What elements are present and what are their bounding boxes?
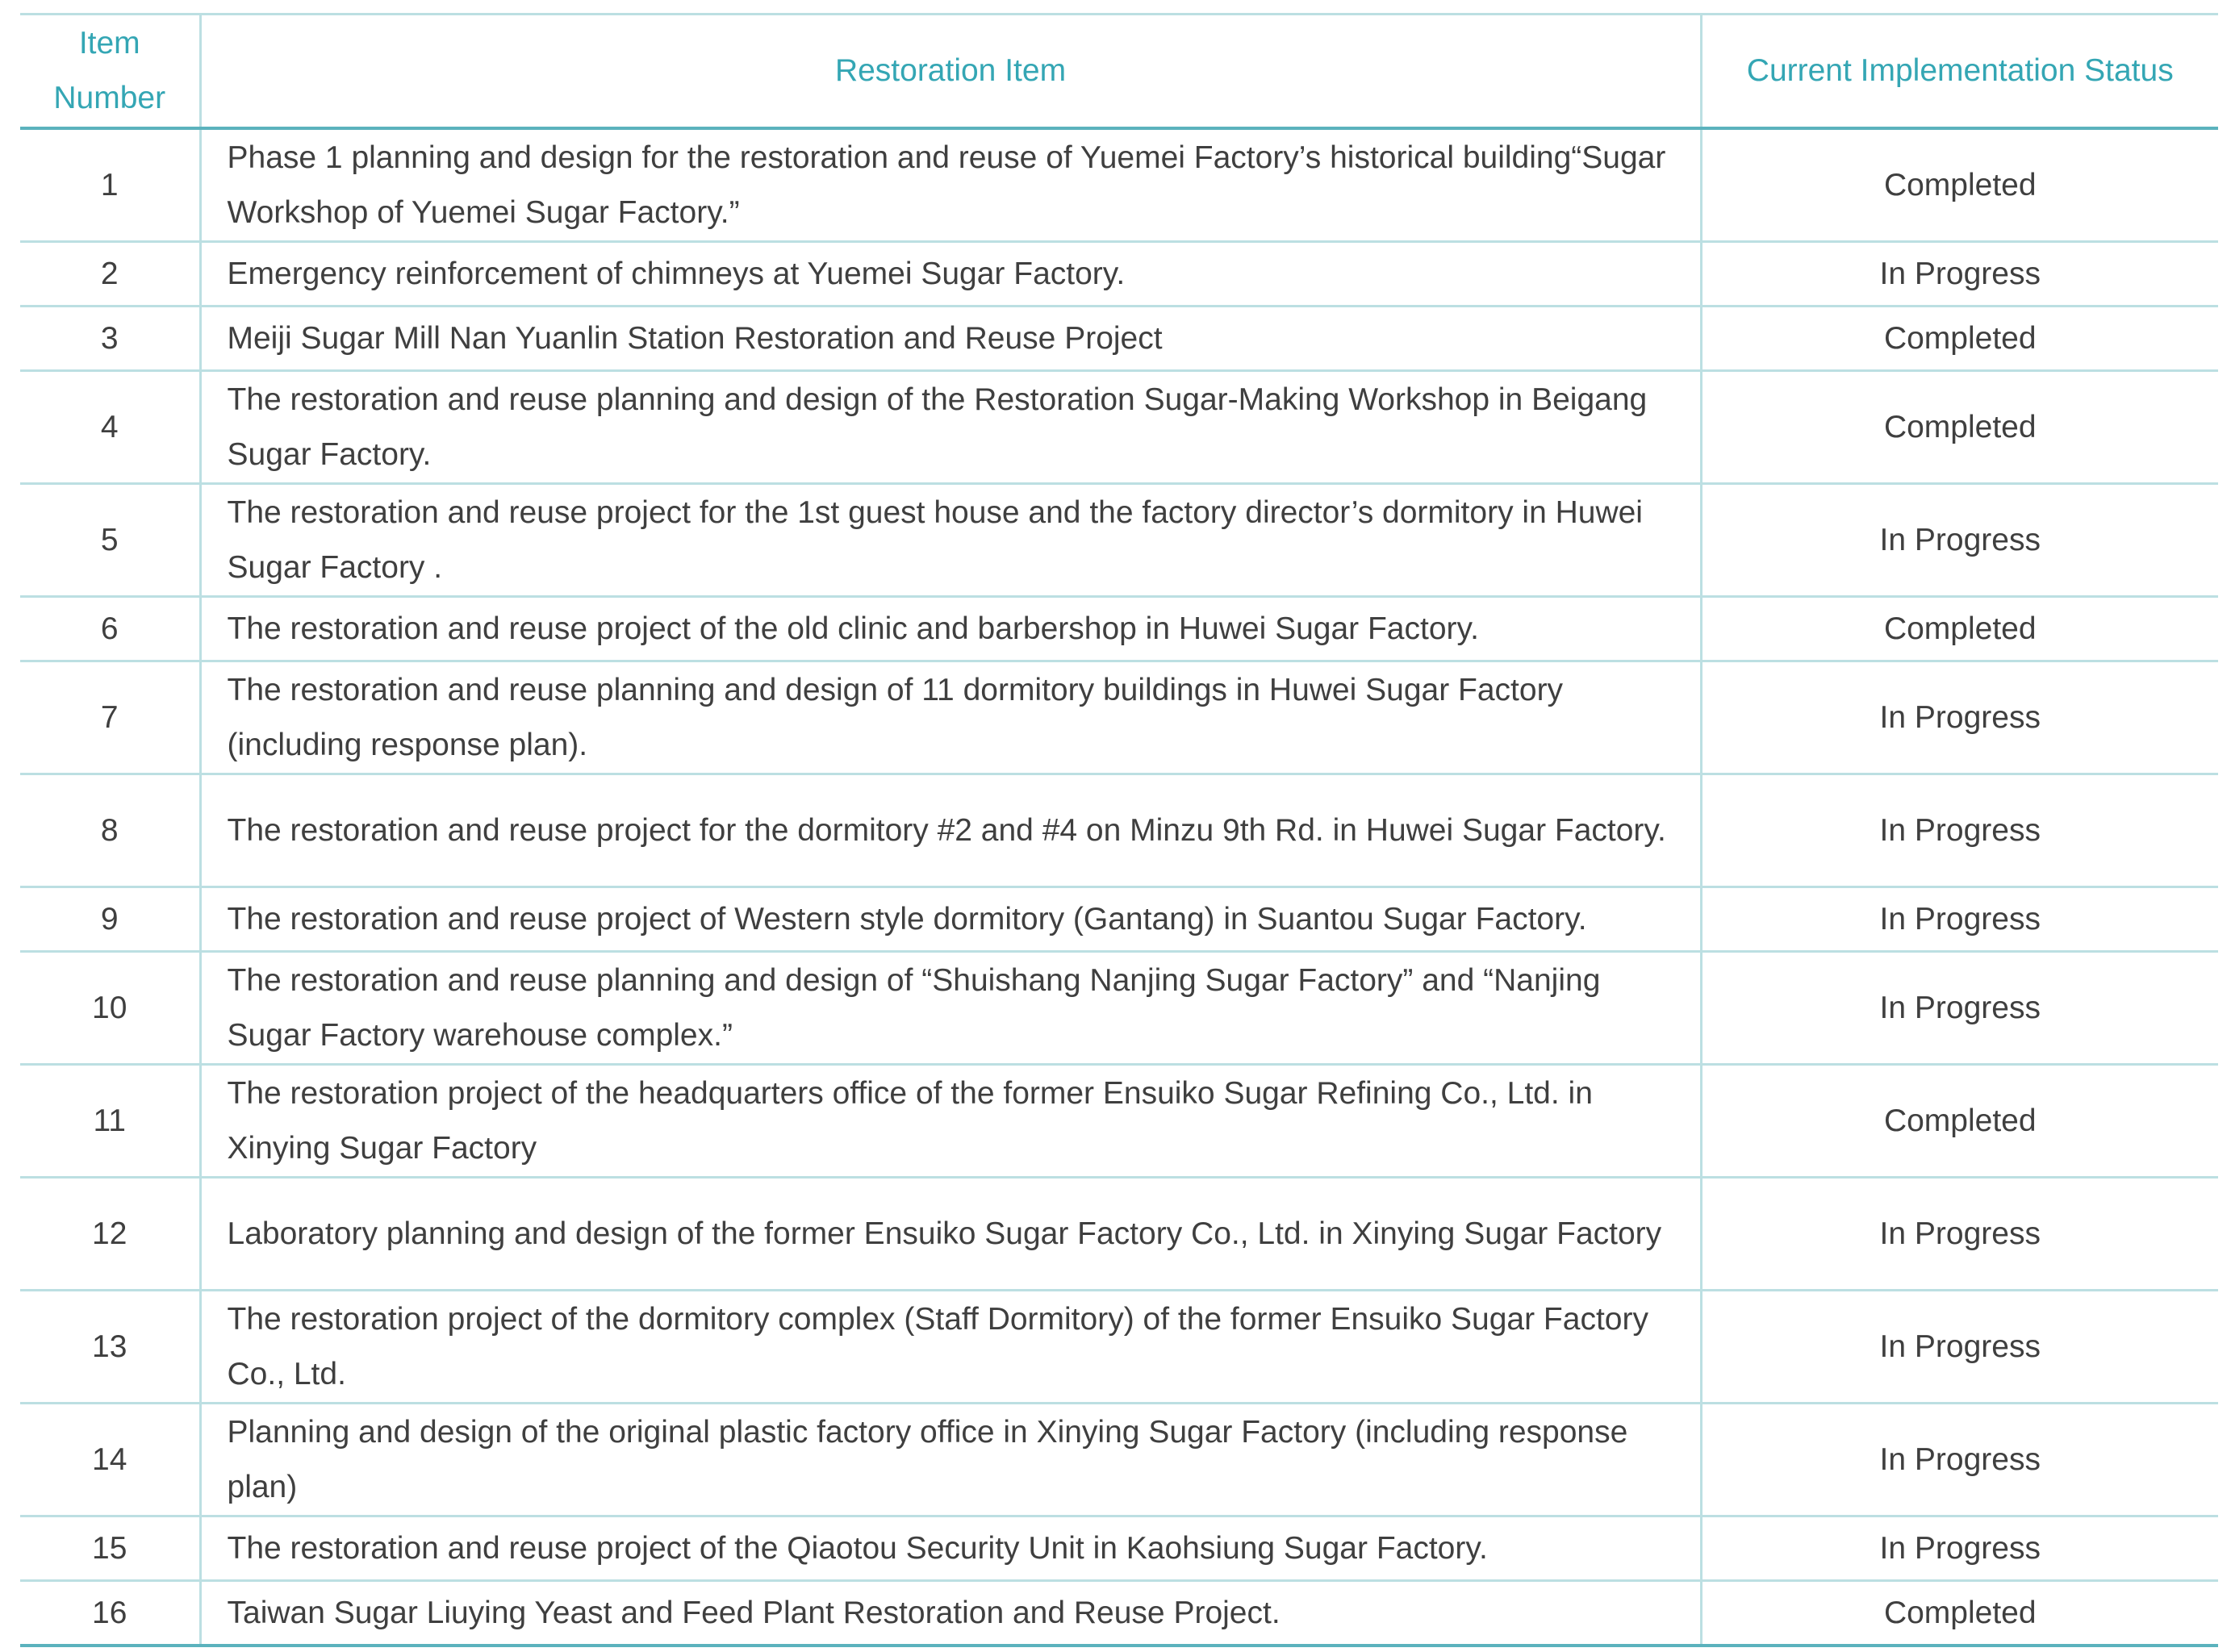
status-cell: In Progress [1699, 1290, 2218, 1404]
restoration-item-cell: Planning and design of the original plas… [198, 1403, 1701, 1517]
table-row: 13 The restoration project of the dormit… [20, 1290, 2218, 1404]
table-row: 15 The restoration and reuse project of … [20, 1516, 2218, 1582]
item-number-cell: 13 [20, 1290, 200, 1404]
restoration-table: Item Number Restoration Item Current Imp… [20, 13, 2218, 1647]
status-cell: In Progress [1699, 483, 2218, 598]
table-row: 2 Emergency reinforcement of chimneys at… [20, 241, 2218, 307]
restoration-item-cell: Phase 1 planning and design for the rest… [198, 128, 1701, 243]
status-cell: Completed [1699, 596, 2218, 662]
restoration-item-cell: The restoration and reuse planning and d… [198, 661, 1701, 775]
item-number-cell: 6 [20, 596, 200, 662]
item-number-cell: 16 [20, 1580, 200, 1647]
restoration-item-cell: The restoration and reuse project of the… [198, 596, 1701, 662]
status-cell: In Progress [1699, 1516, 2218, 1582]
status-cell: In Progress [1699, 951, 2218, 1066]
status-cell: Completed [1699, 1064, 2218, 1179]
restoration-item-cell: Emergency reinforcement of chimneys at Y… [198, 241, 1701, 307]
item-number-cell: 14 [20, 1403, 200, 1517]
item-number-cell: 9 [20, 886, 200, 953]
restoration-item-cell: The restoration and reuse project of Wes… [198, 886, 1701, 953]
restoration-item-cell: The restoration project of the dormitory… [198, 1290, 1701, 1404]
status-cell: In Progress [1699, 241, 2218, 307]
restoration-item-cell: The restoration and reuse project of the… [198, 1516, 1701, 1582]
table-row: 12 Laboratory planning and design of the… [20, 1177, 2218, 1291]
table-row: 3 Meiji Sugar Mill Nan Yuanlin Station R… [20, 306, 2218, 372]
header-restoration-item-label: Restoration Item [834, 53, 1067, 88]
restoration-item-cell: Meiji Sugar Mill Nan Yuanlin Station Res… [198, 306, 1701, 372]
restoration-item-cell: The restoration and reuse planning and d… [198, 951, 1701, 1066]
table-row: 9 The restoration and reuse project of W… [20, 886, 2218, 953]
table-row: 5 The restoration and reuse project for … [20, 483, 2218, 598]
status-cell: In Progress [1699, 886, 2218, 953]
table-row: 16 Taiwan Sugar Liuying Yeast and Feed P… [20, 1580, 2218, 1647]
restoration-item-cell: The restoration and reuse planning and d… [198, 370, 1701, 485]
item-number-cell: 10 [20, 951, 200, 1066]
status-cell: Completed [1699, 306, 2218, 372]
page: Item Number Restoration Item Current Imp… [0, 0, 2231, 1652]
item-number-cell: 15 [20, 1516, 200, 1582]
status-cell: In Progress [1699, 1177, 2218, 1291]
status-cell: In Progress [1699, 661, 2218, 775]
table-row: 4 The restoration and reuse planning and… [20, 370, 2218, 485]
item-number-cell: 1 [20, 128, 200, 243]
status-cell: Completed [1699, 370, 2218, 485]
table-body: 1 Phase 1 planning and design for the re… [20, 128, 2218, 1647]
item-number-cell: 12 [20, 1177, 200, 1291]
item-number-cell: 2 [20, 241, 200, 307]
status-cell: Completed [1699, 1580, 2218, 1647]
item-number-cell: 4 [20, 370, 200, 485]
item-number-cell: 5 [20, 483, 200, 598]
restoration-item-cell: The restoration project of the headquart… [198, 1064, 1701, 1179]
item-number-cell: 7 [20, 661, 200, 775]
header-implementation-status-label: Current Implementation Status [1746, 53, 2174, 88]
item-number-cell: 3 [20, 306, 200, 372]
status-cell: Completed [1699, 128, 2218, 243]
status-cell: In Progress [1699, 774, 2218, 888]
header-item-number-label: Item Number [53, 26, 166, 115]
restoration-item-cell: The restoration and reuse project for th… [198, 483, 1701, 598]
header-row: Item Number Restoration Item Current Imp… [20, 13, 2218, 130]
table-row: 8 The restoration and reuse project for … [20, 774, 2218, 888]
table-row: 14 Planning and design of the original p… [20, 1403, 2218, 1517]
status-cell: In Progress [1699, 1403, 2218, 1517]
table-row: 7 The restoration and reuse planning and… [20, 661, 2218, 775]
header-implementation-status: Current Implementation Status [1699, 13, 2218, 130]
table-row: 6 The restoration and reuse project of t… [20, 596, 2218, 662]
table-row: 1 Phase 1 planning and design for the re… [20, 128, 2218, 243]
header-restoration-item: Restoration Item [198, 13, 1701, 130]
restoration-item-cell: The restoration and reuse project for th… [198, 774, 1701, 888]
item-number-cell: 8 [20, 774, 200, 888]
table-row: 10 The restoration and reuse planning an… [20, 951, 2218, 1066]
item-number-cell: 11 [20, 1064, 200, 1179]
header-item-number: Item Number [20, 13, 200, 130]
table-header: Item Number Restoration Item Current Imp… [20, 13, 2218, 130]
restoration-item-cell: Laboratory planning and design of the fo… [198, 1177, 1701, 1291]
restoration-item-cell: Taiwan Sugar Liuying Yeast and Feed Plan… [198, 1580, 1701, 1647]
table-row: 11 The restoration project of the headqu… [20, 1064, 2218, 1179]
